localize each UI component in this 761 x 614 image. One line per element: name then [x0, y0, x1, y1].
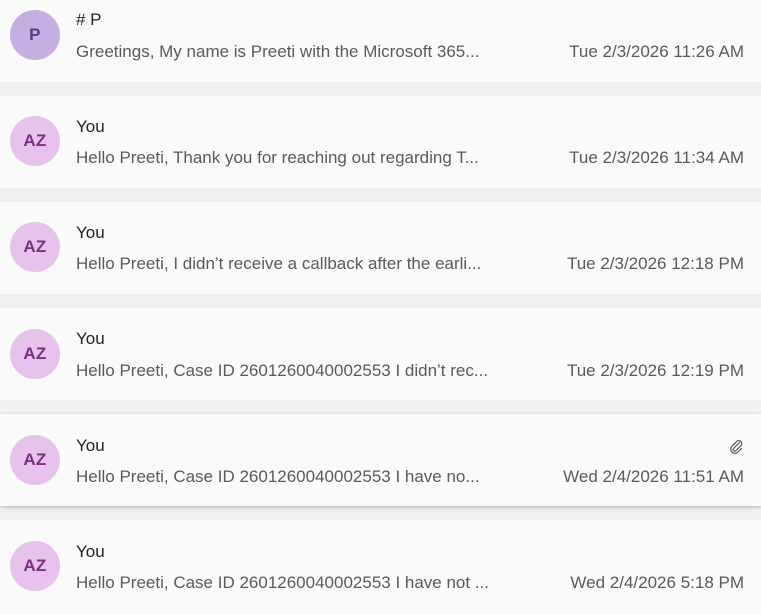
- sender-name: You: [76, 117, 105, 136]
- message-timestamp: Tue 2/3/2026 11:26 AM: [569, 42, 744, 61]
- message-item[interactable]: AZ You Hello Preeti, Case ID 26012600400…: [0, 414, 761, 506]
- message-preview: Hello Preeti, I didn’t receive a callbac…: [76, 254, 482, 273]
- message-timestamp: Tue 2/3/2026 12:18 PM: [566, 254, 744, 273]
- message-preview: Hello Preeti, Case ID 2601260040002553 I…: [76, 573, 490, 592]
- message-preview: Hello Preeti, Case ID 2601260040002553 I…: [76, 467, 480, 486]
- sender-name: You: [76, 542, 105, 561]
- avatar: AZ: [10, 329, 60, 379]
- message-item[interactable]: AZ You Hello Preeti, Thank you for reach…: [0, 96, 761, 188]
- message-item[interactable]: AZ You Hello Preeti, Case ID 26012600400…: [0, 308, 761, 400]
- message-preview: Hello Preeti, Thank you for reaching out…: [76, 148, 479, 167]
- avatar: AZ: [10, 541, 60, 591]
- message-timestamp: Tue 2/3/2026 12:19 PM: [566, 361, 744, 380]
- sender-name: # P: [76, 10, 102, 29]
- avatar: AZ: [10, 222, 60, 272]
- avatar: P: [10, 10, 60, 60]
- message-item[interactable]: AZ You Hello Preeti, Case ID 26012600400…: [0, 520, 761, 614]
- avatar: AZ: [10, 116, 60, 166]
- message-preview: Hello Preeti, Case ID 2601260040002553 I…: [76, 361, 489, 380]
- message-item[interactable]: P # P Greetings, My name is Preeti with …: [0, 0, 761, 82]
- message-timestamp: Wed 2/4/2026 5:18 PM: [570, 573, 744, 592]
- message-timestamp: Tue 2/3/2026 11:34 AM: [569, 148, 744, 167]
- message-preview: Greetings, My name is Preeti with the Mi…: [76, 42, 480, 61]
- sender-name: You: [76, 329, 105, 348]
- message-item[interactable]: AZ You Hello Preeti, I didn’t receive a …: [0, 202, 761, 294]
- avatar: AZ: [10, 435, 60, 485]
- sender-name: You: [76, 223, 105, 242]
- paperclip-icon: [730, 440, 743, 454]
- message-timestamp: Wed 2/4/2026 11:51 AM: [563, 467, 744, 486]
- sender-name: You: [76, 436, 105, 455]
- message-thread: P # P Greetings, My name is Preeti with …: [0, 0, 761, 614]
